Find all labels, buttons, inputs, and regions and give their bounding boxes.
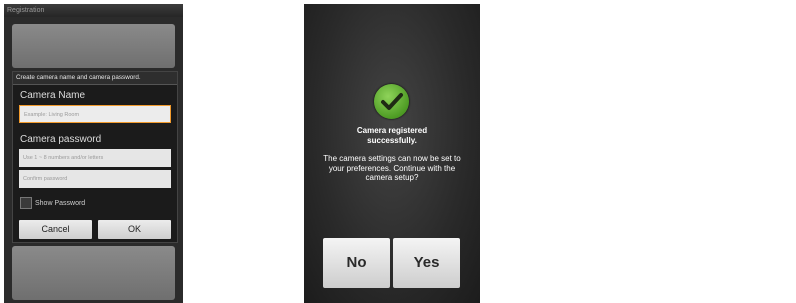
camera-password-input[interactable]: Use 1 ~ 8 numbers and/or letters: [19, 149, 171, 167]
confirm-password-input[interactable]: Confirm password: [19, 170, 171, 188]
show-password-checkbox[interactable]: [20, 197, 32, 209]
success-headline: Camera registered successfully.: [356, 126, 428, 145]
show-password-row[interactable]: Show Password: [20, 197, 85, 209]
yes-button[interactable]: Yes: [393, 238, 460, 288]
camera-name-input[interactable]: Example: Living Room: [19, 105, 171, 123]
cancel-button[interactable]: Cancel: [19, 220, 92, 239]
background-panel-bottom: [12, 246, 175, 300]
background-panel-top: [12, 24, 175, 68]
ok-button[interactable]: OK: [98, 220, 171, 239]
camera-name-label: Camera Name: [20, 90, 86, 101]
show-password-label: Show Password: [35, 199, 86, 207]
dialog-header: Create camera name and camera password.: [13, 72, 177, 85]
screen-title: Registration: [4, 4, 183, 17]
registration-screen: Registration Create camera name and came…: [4, 4, 183, 303]
camera-registration-dialog: Create camera name and camera password. …: [12, 71, 178, 243]
success-message: The camera settings can now be set to yo…: [323, 154, 461, 182]
checkmark-icon: [374, 84, 409, 119]
registration-success-screen: Camera registered successfully. The camer…: [304, 4, 480, 303]
no-button[interactable]: No: [323, 238, 390, 288]
camera-password-label: Camera password: [20, 134, 102, 145]
